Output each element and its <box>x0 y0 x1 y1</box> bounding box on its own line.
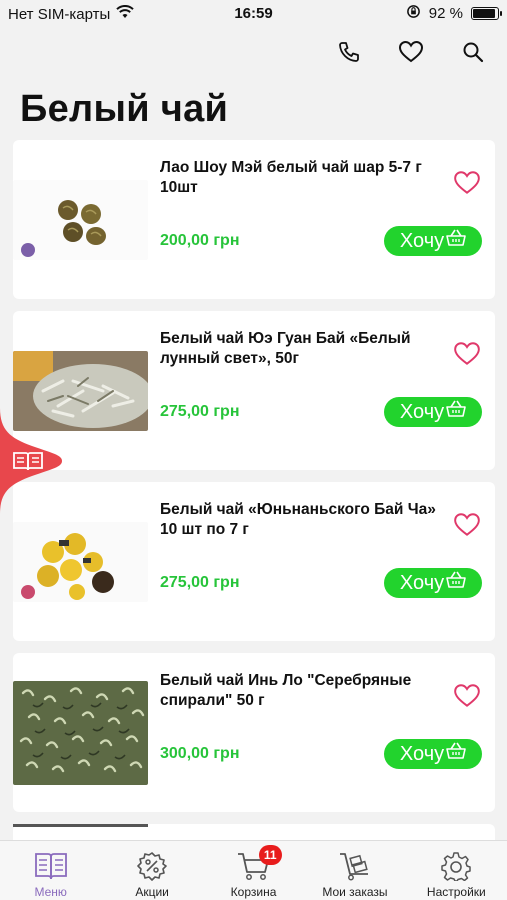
favorite-heart-icon[interactable] <box>453 683 481 709</box>
tab-label: Меню <box>34 885 67 899</box>
product-image-edge <box>13 824 148 827</box>
product-price: 300,00 грн <box>160 745 240 762</box>
tab-my-orders[interactable]: Мои заказы <box>304 841 405 900</box>
page-title: Белый чай <box>20 88 229 130</box>
cart-count-badge: 11 <box>258 845 282 865</box>
tab-menu[interactable]: Меню <box>0 841 101 900</box>
buy-label: Хочу <box>399 571 445 594</box>
add-to-cart-button[interactable]: Хочу <box>384 739 482 769</box>
buy-label: Хочу <box>399 742 445 765</box>
tab-settings[interactable]: Настройки <box>406 841 507 900</box>
header-actions <box>335 38 487 66</box>
phone-icon[interactable] <box>335 38 363 66</box>
buy-label: Хочу <box>399 229 445 252</box>
heart-icon[interactable] <box>397 38 425 66</box>
tab-label: Корзина <box>230 885 277 899</box>
brand-logo <box>21 243 35 257</box>
battery-icon <box>471 7 502 20</box>
catalog-book-icon <box>12 450 44 477</box>
product-name: Белый чай «Юньнаньского Бай Ча» 10 шт по… <box>160 501 436 538</box>
product-name: Лао Шоу Мэй белый чай шар 5-7 г 10шт <box>160 159 422 196</box>
rotation-lock-icon <box>406 4 421 23</box>
product-name: Белый чай Инь Ло "Серебряные спирали" 50… <box>160 672 412 709</box>
basket-icon <box>446 229 466 253</box>
product-card[interactable]: Белый чай «Юньнаньского Бай Ча» 10 шт по… <box>13 482 495 641</box>
tab-promotions[interactable]: Акции <box>101 841 202 900</box>
add-to-cart-button[interactable]: Хочу <box>384 226 482 256</box>
product-card[interactable]: Белый чай Инь Ло "Серебряные спирали" 50… <box>13 653 495 812</box>
basket-icon <box>446 400 466 424</box>
status-bar: Нет SIM-карты 16:59 92 % <box>0 0 507 30</box>
catalog-side-tab[interactable] <box>0 408 62 514</box>
product-card[interactable]: Белый чай Юэ Гуан Бай «Белый лунный свет… <box>13 311 495 470</box>
battery-percent: 92 % <box>428 5 463 22</box>
tab-label: Настройки <box>426 885 486 899</box>
tab-bar: Меню Акции Корзина 11 Мои заказы Настрой… <box>0 840 507 900</box>
favorite-heart-icon[interactable] <box>453 341 481 367</box>
basket-icon <box>446 742 466 766</box>
product-image <box>13 681 148 785</box>
product-price: 200,00 грн <box>160 232 240 249</box>
basket-icon <box>446 571 466 595</box>
tab-label: Акции <box>135 885 169 899</box>
tab-label: Мои заказы <box>322 885 388 899</box>
trolley-icon <box>338 849 372 883</box>
product-name: Белый чай Юэ Гуан Бай «Белый лунный свет… <box>160 330 411 367</box>
discount-badge-icon <box>135 849 169 883</box>
add-to-cart-button[interactable]: Хочу <box>384 568 482 598</box>
add-to-cart-button[interactable]: Хочу <box>384 397 482 427</box>
menu-book-icon <box>34 849 68 883</box>
gear-icon <box>439 849 473 883</box>
buy-label: Хочу <box>399 400 445 423</box>
search-icon[interactable] <box>459 38 487 66</box>
status-right: 92 % <box>406 4 502 23</box>
battery-fill <box>473 9 496 18</box>
brand-logo <box>21 585 35 599</box>
product-price: 275,00 грн <box>160 574 240 591</box>
favorite-heart-icon[interactable] <box>453 170 481 196</box>
product-card[interactable]: Лао Шоу Мэй белый чай шар 5-7 г 10шт 200… <box>13 140 495 299</box>
product-price: 275,00 грн <box>160 403 240 420</box>
tab-cart[interactable]: Корзина 11 <box>203 841 304 900</box>
favorite-heart-icon[interactable] <box>453 512 481 538</box>
